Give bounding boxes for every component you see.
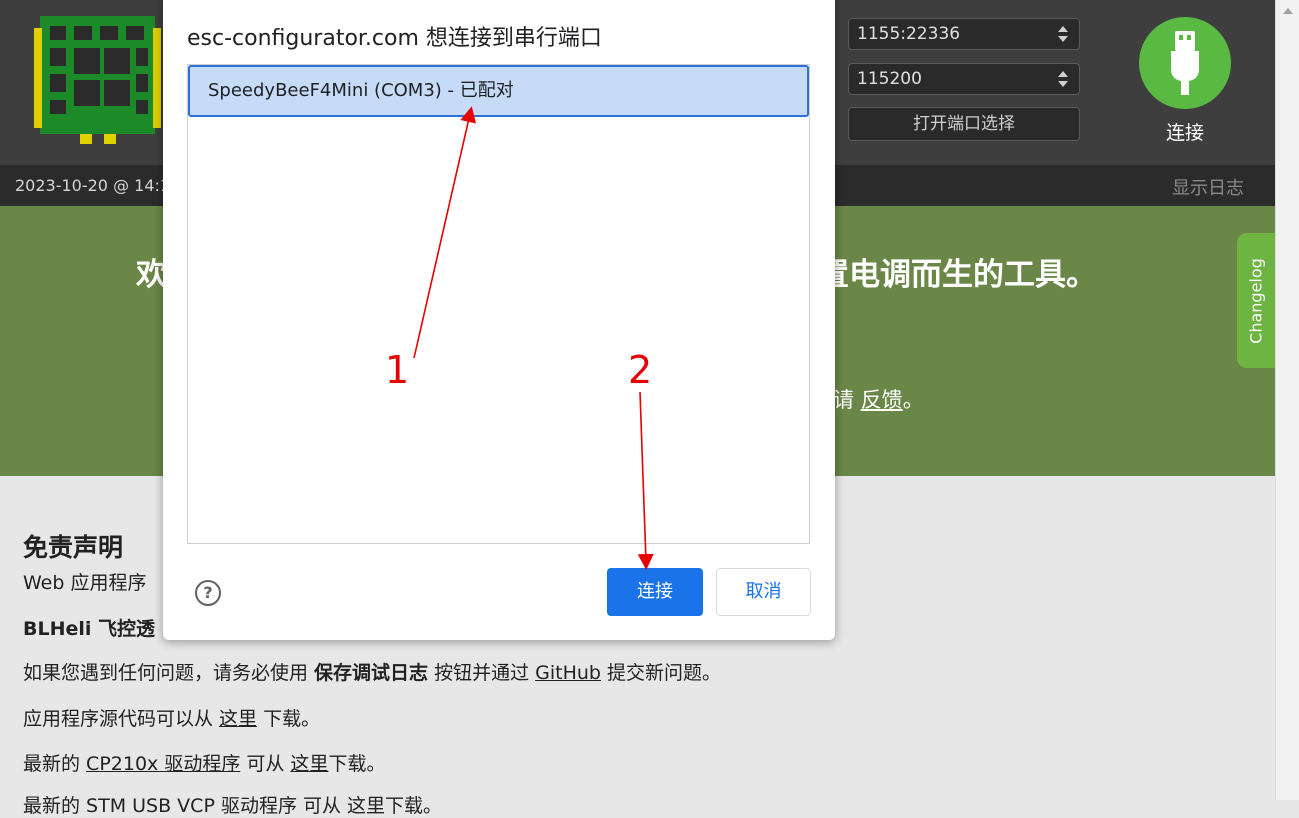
feedback-line: 请 反馈。 xyxy=(833,384,924,414)
dialog-connect-button[interactable]: 连接 xyxy=(607,568,703,616)
select-arrows-icon xyxy=(1058,26,1068,42)
stm-driver-line: 最新的 STM USB VCP 驱动程序 可从 这里下载。 xyxy=(23,795,443,817)
github-link[interactable]: GitHub xyxy=(535,662,601,684)
blheli-passthrough-text: BLHeli 飞控透 xyxy=(23,618,156,640)
annotation-number-1: 1 xyxy=(385,348,410,392)
text-segment: 下载。 xyxy=(328,753,386,775)
cp210x-download-link[interactable]: 这里 xyxy=(290,753,328,775)
cp210x-driver-link[interactable]: CP210x 驱动程序 xyxy=(86,753,240,775)
device-list[interactable]: SpeedyBeeF4Mini (COM3) - 已配对 xyxy=(187,64,810,544)
serial-port-dialog: esc-configurator.com 想连接到串行端口 SpeedyBeeF… xyxy=(163,0,835,640)
baud-rate-select[interactable]: 115200 xyxy=(848,63,1080,95)
port-address-value: 1155:22336 xyxy=(857,24,961,44)
annotation-number-2: 2 xyxy=(628,348,653,392)
feedback-suffix: 。 xyxy=(902,388,924,412)
text-segment: 下载。 xyxy=(257,708,321,730)
dialog-cancel-button[interactable]: 取消 xyxy=(716,568,811,616)
baud-rate-value: 115200 xyxy=(857,69,922,89)
changelog-tab[interactable]: Changelog xyxy=(1237,233,1275,368)
port-address-select[interactable]: 1155:22336 xyxy=(848,18,1080,50)
usb-plug-icon xyxy=(1171,31,1199,95)
page-scrollbar[interactable] xyxy=(1275,0,1299,800)
log-timestamp: 2023-10-20 @ 14:1 xyxy=(15,176,171,195)
save-debug-log-text: 保存调试日志 xyxy=(314,662,429,684)
source-code-line: 应用程序源代码可以从 这里 下载。 xyxy=(23,704,320,731)
select-arrows-icon xyxy=(1058,71,1068,87)
cp210x-driver-line: 最新的 CP210x 驱动程序 可从 这里下载。 xyxy=(23,749,385,776)
text-segment: 应用程序源代码可以从 xyxy=(23,708,220,730)
scroll-up-arrow-icon[interactable] xyxy=(1283,8,1293,14)
text-segment: 按钮并通过 xyxy=(428,662,536,684)
disclaimer-title: 免责声明 xyxy=(23,533,124,562)
issue-report-line: 如果您遇到任何问题，请务必使用 保存调试日志 按钮并通过 GitHub 提交新问… xyxy=(23,658,721,685)
welcome-title-end: 置电调而生的工具。 xyxy=(818,257,1097,293)
device-item[interactable]: SpeedyBeeF4Mini (COM3) - 已配对 xyxy=(188,65,809,117)
show-log-link[interactable]: 显示日志 xyxy=(1172,174,1244,200)
disclaimer-text: Web 应用程序 xyxy=(23,572,147,594)
feedback-prefix: 请 xyxy=(833,388,861,412)
dialog-title: esc-configurator.com 想连接到串行端口 xyxy=(187,26,602,51)
changelog-label: Changelog xyxy=(1246,257,1266,344)
feedback-link[interactable]: 反馈 xyxy=(861,388,903,412)
source-code-link[interactable]: 这里 xyxy=(219,708,257,730)
connect-button[interactable] xyxy=(1139,17,1231,109)
text-segment: 最新的 xyxy=(23,753,87,775)
text-segment: 可从 xyxy=(240,753,291,775)
esc-board-logo xyxy=(34,16,161,144)
text-segment: 提交新问题。 xyxy=(601,662,722,684)
text-segment: 如果您遇到任何问题，请务必使用 xyxy=(23,662,315,684)
connect-label: 连接 xyxy=(1165,122,1204,144)
open-port-select-button[interactable]: 打开端口选择 xyxy=(848,107,1080,141)
help-icon[interactable]: ? xyxy=(195,580,221,606)
